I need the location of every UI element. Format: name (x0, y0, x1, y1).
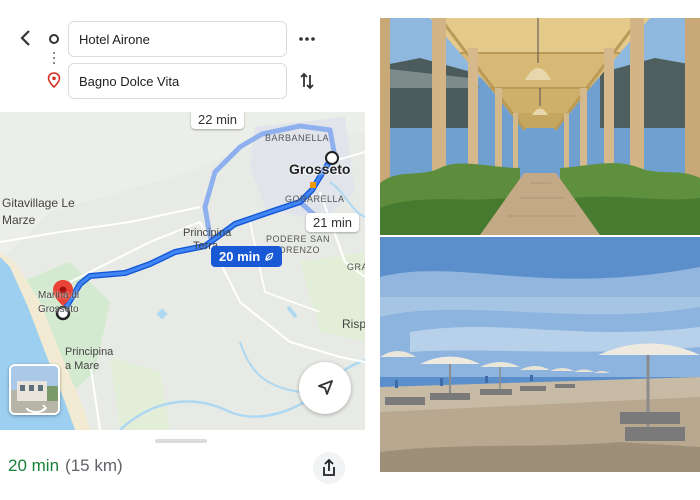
map-label-grosseto: Grosseto (289, 161, 351, 177)
share-button[interactable] (313, 452, 345, 484)
map-label-gitavillage-1: Gitavillage Le (2, 196, 75, 210)
map-label-principina-mare-2: a Mare (65, 360, 100, 372)
more-options-button[interactable] (296, 28, 318, 50)
route-distance: (15 km) (65, 456, 123, 475)
share-icon (323, 458, 335, 476)
sheet-drag-handle[interactable] (155, 439, 207, 443)
map-label-principina: Principina (183, 227, 232, 239)
destination-pin-icon (47, 72, 61, 89)
map-label-gitavillage-2: Marze (2, 213, 36, 227)
alt-route-time-2: 21 min (313, 215, 353, 230)
beach-umbrellas-photo (380, 237, 700, 472)
route-duration: 20 min (8, 456, 60, 475)
origin-circle-icon (49, 34, 59, 44)
alt-route-time-chip-1[interactable]: 22 min (191, 112, 245, 129)
map-label-risp: Risp (342, 317, 365, 331)
pergola-walkway-photo (380, 18, 700, 235)
destination-input[interactable]: Bagno Dolce Vita (68, 63, 287, 99)
map-label-gorarella: GORARELLA (285, 194, 345, 204)
route-summary-sheet: 20 min (15 km) (0, 430, 365, 500)
eco-leaf-icon (265, 252, 274, 261)
swap-arrows-icon (300, 72, 314, 90)
map-label-barbanella: BARBANELLA (265, 133, 330, 143)
street-view-thumbnail[interactable] (9, 364, 60, 415)
more-dots-icon (299, 37, 315, 41)
alt-route-time-1: 22 min (198, 112, 238, 127)
back-arrow-icon (20, 30, 30, 46)
screenshot-root: Hotel Airone Bagno Dolce Vita BARBANELLA… (0, 0, 700, 500)
back-button[interactable] (14, 26, 38, 50)
map-view[interactable]: BARBANELLA Grosseto GORARELLA Gitavillag… (0, 112, 365, 430)
origin-input[interactable]: Hotel Airone (68, 21, 287, 57)
maps-panel: Hotel Airone Bagno Dolce Vita BARBANELLA… (0, 0, 365, 500)
main-route-time-chip[interactable]: 20 min (211, 246, 283, 267)
route-dots-icon (53, 52, 55, 68)
navigate-button[interactable] (299, 362, 351, 414)
directions-header: Hotel Airone Bagno Dolce Vita (0, 0, 365, 112)
alt-route-time-chip-2[interactable]: 21 min (306, 213, 360, 232)
main-route-time: 20 min (219, 249, 261, 264)
map-label-gra: GRA (347, 262, 365, 272)
map-label-marina-1: Marina di (38, 290, 80, 301)
route-summary: 20 min (15 km) (8, 456, 123, 476)
navigation-arrow-icon (318, 380, 333, 395)
map-label-marina-2: Grosseto (38, 304, 79, 315)
map-label-principina-mare-1: Principina (65, 346, 114, 358)
swap-route-button[interactable] (296, 70, 318, 92)
